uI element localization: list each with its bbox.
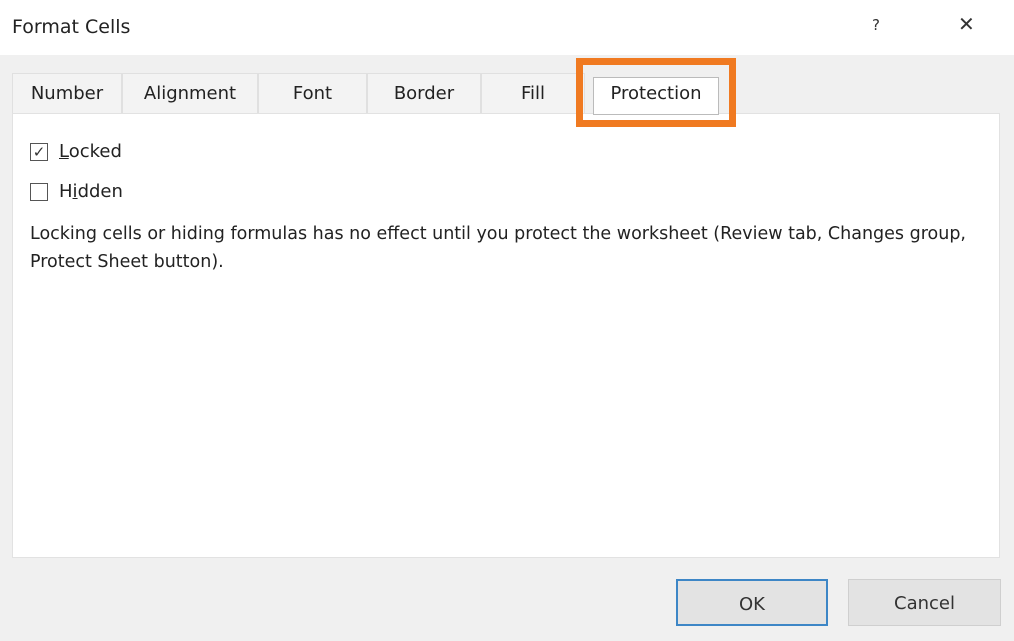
help-button[interactable]: ? <box>872 16 880 34</box>
tab-protection[interactable]: Protection <box>593 77 719 115</box>
cancel-button[interactable]: Cancel <box>848 579 1001 626</box>
title-bar: Format Cells ? ✕ <box>0 0 1014 55</box>
tab-fill[interactable]: Fill <box>481 73 585 113</box>
checkmark-icon: ✓ <box>32 143 46 161</box>
ok-button[interactable]: OK <box>676 579 828 626</box>
protection-note: Locking cells or hiding formulas has no … <box>30 224 966 272</box>
hidden-label[interactable]: Hidden <box>59 181 123 202</box>
close-icon[interactable]: ✕ <box>958 12 975 36</box>
tab-number[interactable]: Number <box>12 73 122 113</box>
protection-panel <box>12 113 1000 558</box>
tab-alignment[interactable]: Alignment <box>122 73 258 113</box>
locked-label[interactable]: Locked <box>59 141 122 162</box>
dialog-title: Format Cells <box>12 16 131 38</box>
hidden-checkbox[interactable] <box>30 183 48 201</box>
locked-checkbox[interactable]: ✓ <box>30 143 48 161</box>
tab-border[interactable]: Border <box>367 73 481 113</box>
tab-font[interactable]: Font <box>258 73 367 113</box>
